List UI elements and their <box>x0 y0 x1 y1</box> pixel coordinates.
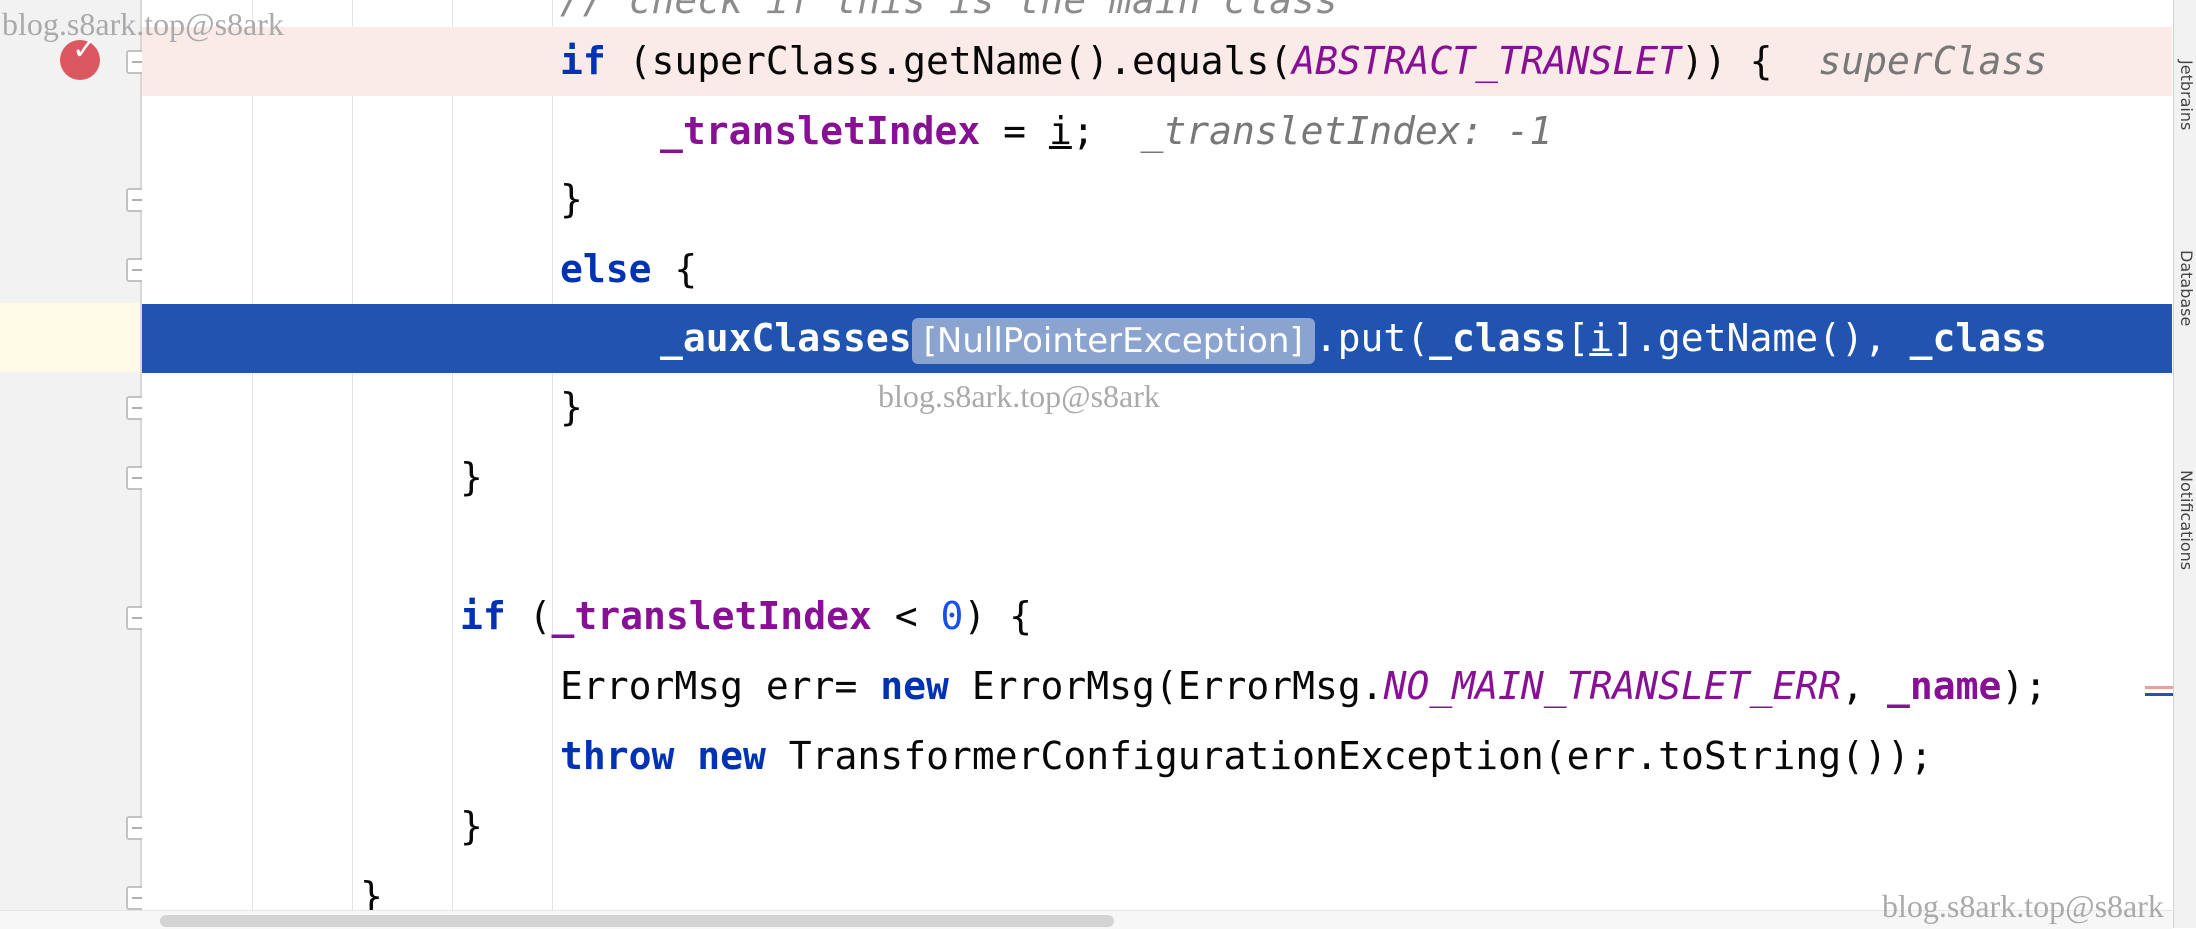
code-text: throw new TransformerConfigurationExcept… <box>560 734 1933 778</box>
code-line-brace[interactable]: } <box>142 443 2172 512</box>
execution-point-gutter <box>0 303 140 372</box>
watermark: blog.s8ark.top@s8ark <box>2 6 284 42</box>
tool-window-tab[interactable]: Database <box>2174 250 2196 326</box>
code-text: } <box>360 874 383 910</box>
horizontal-scrollbar[interactable] <box>0 910 2172 929</box>
code-text: if (_transletIndex < 0) { <box>460 594 1032 638</box>
tool-window-tab[interactable]: Notifications <box>2174 470 2196 570</box>
breakpoint-icon[interactable] <box>60 32 100 80</box>
code-line-throw[interactable]: throw new TransformerConfigurationExcept… <box>142 722 2172 791</box>
code-line-if[interactable]: if (_transletIndex < 0) { <box>142 582 2172 651</box>
code-line-brace[interactable]: } <box>142 165 2172 234</box>
code-text: } <box>460 455 483 499</box>
code-text: if (superClass.getName().equals(ABSTRACT… <box>560 39 2048 83</box>
code-line-assign[interactable]: _transletIndex = i; _transletIndex: -1 <box>142 97 2172 166</box>
inline-debug-hint: _transletIndex: -1 <box>1140 109 1553 153</box>
code-text: } <box>460 804 483 848</box>
inline-debug-hint: superClass <box>1818 39 2048 83</box>
code-text: } <box>560 177 583 221</box>
code-text: _transletIndex = i; _transletIndex: -1 <box>660 109 1553 153</box>
code-line-breakpoint[interactable]: if (superClass.getName().equals(ABSTRACT… <box>142 27 2172 96</box>
right-tool-window-bar[interactable]: Jetbrains Database Notifications <box>2173 0 2196 928</box>
code-text: } <box>560 385 583 429</box>
code-editor[interactable]: // check if this is the main class if (s… <box>142 0 2172 910</box>
code-line-errormsg[interactable]: ErrorMsg err= new ErrorMsg(ErrorMsg.NO_M… <box>142 652 2172 721</box>
scrollbar-thumb[interactable] <box>160 915 1114 927</box>
code-text: else { <box>560 247 698 291</box>
code-line-brace[interactable]: } <box>142 792 2172 861</box>
code-line-else[interactable]: else { <box>142 235 2172 304</box>
code-text: _auxClasses [NullPointerException] .put(_c… <box>660 304 2047 373</box>
watermark: blog.s8ark.top@s8ark <box>1882 888 2164 924</box>
tool-window-tab[interactable]: Jetbrains <box>2174 60 2196 130</box>
code-line-execution-point[interactable]: _auxClasses [NullPointerException] .put(_c… <box>142 304 2172 373</box>
code-text: ErrorMsg err= new ErrorMsg(ErrorMsg.NO_M… <box>560 664 2048 708</box>
watermark: blog.s8ark.top@s8ark <box>878 378 1160 414</box>
editor-gutter[interactable] <box>0 0 150 928</box>
exception-badge: [NullPointerException] <box>911 317 1315 364</box>
error-stripe-marks <box>2145 686 2175 700</box>
code-line-brace[interactable]: } <box>142 862 2172 910</box>
